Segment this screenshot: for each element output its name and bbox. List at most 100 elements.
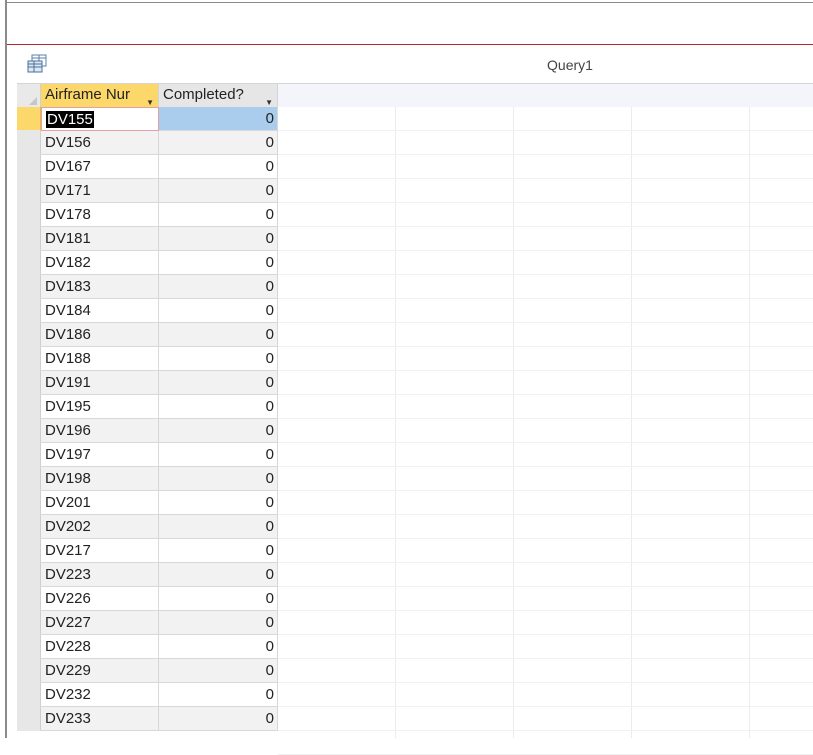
record-selector[interactable] <box>17 179 41 203</box>
record-selector[interactable] <box>17 539 41 563</box>
table-row[interactable]: DV186 0 <box>17 323 278 347</box>
record-selector[interactable] <box>17 107 41 131</box>
cell-airframe-number[interactable]: DV197 <box>41 443 159 467</box>
cell-completed[interactable]: 0 <box>159 227 278 251</box>
table-row[interactable]: DV182 0 <box>17 251 278 275</box>
record-selector[interactable] <box>17 707 41 731</box>
record-selector[interactable] <box>17 563 41 587</box>
record-selector[interactable] <box>17 635 41 659</box>
table-row[interactable]: DV223 0 <box>17 563 278 587</box>
cell-completed[interactable]: 0 <box>159 491 278 515</box>
cell-airframe-number[interactable]: DV229 <box>41 659 159 683</box>
cell-completed[interactable]: 0 <box>159 395 278 419</box>
table-row[interactable]: DV171 0 <box>17 179 278 203</box>
column-header-airframe[interactable]: Airframe Nur ▼ <box>41 84 159 107</box>
cell-airframe-number[interactable]: DV186 <box>41 323 159 347</box>
record-selector[interactable] <box>17 611 41 635</box>
cell-completed[interactable]: 0 <box>159 467 278 491</box>
cell-completed[interactable]: 0 <box>159 203 278 227</box>
record-selector[interactable] <box>17 347 41 371</box>
record-selector[interactable] <box>17 203 41 227</box>
cell-completed[interactable]: 0 <box>159 587 278 611</box>
query-datasheet-icon[interactable] <box>27 54 49 74</box>
cell-airframe-number[interactable]: DV183 <box>41 275 159 299</box>
cell-airframe-number[interactable]: DV226 <box>41 587 159 611</box>
cell-completed[interactable]: 0 <box>159 515 278 539</box>
cell-airframe-number[interactable]: DV227 <box>41 611 159 635</box>
cell-airframe-number[interactable]: DV196 <box>41 419 159 443</box>
table-row[interactable]: DV167 0 <box>17 155 278 179</box>
cell-airframe-number[interactable]: DV182 <box>41 251 159 275</box>
record-selector[interactable] <box>17 251 41 275</box>
table-row[interactable]: DV232 0 <box>17 683 278 707</box>
cell-completed[interactable]: 0 <box>159 131 278 155</box>
record-selector[interactable] <box>17 323 41 347</box>
cell-completed[interactable]: 0 <box>159 299 278 323</box>
record-selector[interactable] <box>17 683 41 707</box>
cell-completed[interactable]: 0 <box>159 419 278 443</box>
table-row[interactable]: DV191 0 <box>17 371 278 395</box>
table-row[interactable]: DV195 0 <box>17 395 278 419</box>
cell-airframe-number[interactable]: DV167 <box>41 155 159 179</box>
table-row[interactable]: DV156 0 <box>17 131 278 155</box>
cell-airframe-number[interactable]: DV232 <box>41 683 159 707</box>
record-selector[interactable] <box>17 155 41 179</box>
record-selector[interactable] <box>17 275 41 299</box>
cell-airframe-number[interactable]: DV191 <box>41 371 159 395</box>
cell-completed[interactable]: 0 <box>159 107 278 131</box>
cell-completed[interactable]: 0 <box>159 443 278 467</box>
cell-airframe-number[interactable]: DV217 <box>41 539 159 563</box>
record-selector[interactable] <box>17 467 41 491</box>
record-selector[interactable] <box>17 587 41 611</box>
datasheet-grid[interactable]: Airframe Nur ▼ Completed? ▼ DV155 0 DV156 0… <box>17 83 813 755</box>
cell-completed[interactable]: 0 <box>159 155 278 179</box>
sort-filter-dropdown-icon[interactable]: ▼ <box>265 92 273 107</box>
cell-airframe-number[interactable]: DV228 <box>41 635 159 659</box>
cell-completed[interactable]: 0 <box>159 611 278 635</box>
cell-completed[interactable]: 0 <box>159 371 278 395</box>
select-all-button[interactable] <box>17 84 41 108</box>
table-row[interactable]: DV198 0 <box>17 467 278 491</box>
cell-airframe-number[interactable]: DV171 <box>41 179 159 203</box>
table-row[interactable]: DV227 0 <box>17 611 278 635</box>
record-selector[interactable] <box>17 419 41 443</box>
cell-airframe-number[interactable]: DV188 <box>41 347 159 371</box>
table-row[interactable]: DV202 0 <box>17 515 278 539</box>
cell-airframe-number[interactable]: DV155 <box>41 107 159 131</box>
record-selector[interactable] <box>17 371 41 395</box>
cell-airframe-number[interactable]: DV178 <box>41 203 159 227</box>
cell-airframe-number[interactable]: DV156 <box>41 131 159 155</box>
cell-completed[interactable]: 0 <box>159 635 278 659</box>
cell-airframe-number[interactable]: DV195 <box>41 395 159 419</box>
cell-airframe-number[interactable]: DV233 <box>41 707 159 731</box>
table-row[interactable]: DV228 0 <box>17 635 278 659</box>
table-row[interactable]: DV181 0 <box>17 227 278 251</box>
table-row[interactable]: DV155 0 <box>17 107 278 131</box>
cell-airframe-number[interactable]: DV184 <box>41 299 159 323</box>
record-selector[interactable] <box>17 131 41 155</box>
cell-airframe-number[interactable]: DV202 <box>41 515 159 539</box>
sort-filter-dropdown-icon[interactable]: ▼ <box>146 92 154 107</box>
table-row[interactable]: DV217 0 <box>17 539 278 563</box>
table-row[interactable]: DV188 0 <box>17 347 278 371</box>
cell-airframe-number[interactable]: DV201 <box>41 491 159 515</box>
record-selector[interactable] <box>17 299 41 323</box>
cell-airframe-number[interactable]: DV181 <box>41 227 159 251</box>
record-selector[interactable] <box>17 491 41 515</box>
cell-airframe-number[interactable]: DV198 <box>41 467 159 491</box>
cell-completed[interactable]: 0 <box>159 659 278 683</box>
cell-completed[interactable]: 0 <box>159 323 278 347</box>
record-selector[interactable] <box>17 227 41 251</box>
record-selector[interactable] <box>17 659 41 683</box>
cell-completed[interactable]: 0 <box>159 563 278 587</box>
table-row[interactable]: DV184 0 <box>17 299 278 323</box>
table-row[interactable]: DV229 0 <box>17 659 278 683</box>
cell-completed[interactable]: 0 <box>159 251 278 275</box>
cell-completed[interactable]: 0 <box>159 275 278 299</box>
table-row[interactable]: DV201 0 <box>17 491 278 515</box>
table-row[interactable]: DV226 0 <box>17 587 278 611</box>
table-row[interactable]: DV196 0 <box>17 419 278 443</box>
table-row[interactable]: DV178 0 <box>17 203 278 227</box>
cell-completed[interactable]: 0 <box>159 539 278 563</box>
table-row[interactable]: DV183 0 <box>17 275 278 299</box>
